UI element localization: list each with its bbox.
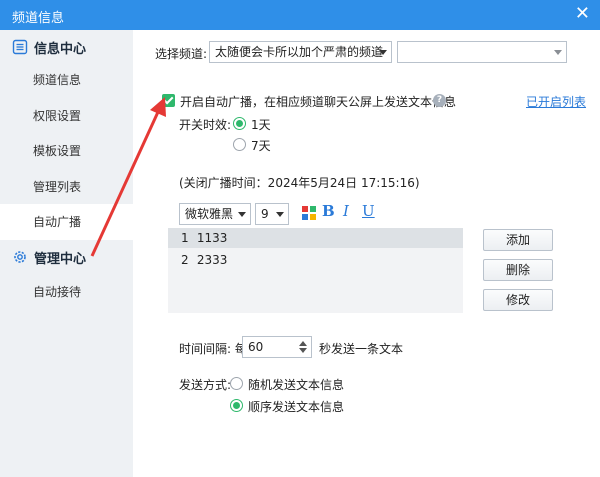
sidebar-item-permissions[interactable]: 权限设置 (0, 98, 133, 134)
sidebar: 信息中心 频道信息 权限设置 模板设置 管理列表 自动广播 管理中心 自动接待 (0, 30, 133, 477)
sidebar-item-templates[interactable]: 模板设置 (0, 133, 133, 169)
opened-list-link[interactable]: 已开启列表 (526, 93, 586, 110)
title-bar: 频道信息 ✕ (0, 0, 600, 30)
color-palette-icon[interactable] (302, 206, 316, 220)
font-size-select[interactable]: 9 (255, 203, 289, 225)
effect-label: 开关时效: (179, 118, 232, 132)
list-item-number: 1 (181, 231, 189, 245)
sidebar-item-auto-broadcast[interactable]: 自动广播 (0, 204, 133, 240)
main-panel: 选择频道: 太随便会卡所以加个严肃的频道 开启自动广播，在相应频道聊天公屏上发送… (133, 30, 600, 477)
list-item[interactable]: 2 2333 (168, 250, 463, 270)
sidebar-section-label: 信息中心 (34, 41, 87, 57)
sidebar-item-channel-info[interactable]: 频道信息 (0, 62, 133, 98)
chevron-down-icon (276, 212, 284, 217)
send-mode-radio-sequential[interactable] (230, 399, 243, 412)
list-item-text: 1133 (196, 231, 228, 245)
interval-label: 时间间隔: 每 (179, 342, 247, 356)
font-family-select[interactable]: 微软雅黑 (179, 203, 251, 225)
channel-select[interactable]: 太随便会卡所以加个严肃的频道 (209, 41, 392, 63)
send-mode-label: 发送方式: (179, 378, 232, 392)
effect-radio-7day[interactable] (233, 138, 246, 151)
chevron-down-icon (379, 50, 387, 55)
list-icon (12, 39, 28, 55)
add-button[interactable]: 添加 (483, 229, 553, 251)
chevron-down-icon[interactable] (299, 348, 307, 353)
chevron-down-icon (554, 50, 562, 55)
edit-button[interactable]: 修改 (483, 289, 553, 311)
close-icon[interactable]: ✕ (575, 4, 590, 24)
interval-suffix: 秒发送一条文本 (319, 342, 404, 356)
sidebar-item-manage-list[interactable]: 管理列表 (0, 169, 133, 205)
effect-option-1day: 1天 (251, 118, 271, 132)
window-title: 频道信息 (12, 11, 65, 26)
help-icon[interactable]: ? (433, 94, 446, 107)
list-item-text: 2333 (196, 253, 228, 267)
interval-stepper[interactable]: 60 (242, 336, 312, 358)
auto-broadcast-checkbox[interactable] (162, 94, 175, 107)
effect-option-7day: 7天 (251, 139, 271, 153)
send-mode-radio-random[interactable] (230, 377, 243, 390)
font-size-value: 9 (261, 207, 269, 221)
list-item-number: 2 (181, 253, 189, 267)
chevron-down-icon (238, 212, 246, 217)
auto-broadcast-checkbox-label: 开启自动广播，在相应频道聊天公屏上发送文本信息 (180, 95, 457, 109)
sub-channel-select[interactable] (397, 41, 567, 63)
message-list: 1 1133 2 2333 (168, 228, 463, 313)
italic-icon[interactable]: I (343, 202, 349, 220)
sidebar-section-info-center: 信息中心 (0, 30, 133, 64)
sidebar-section-label: 管理中心 (34, 251, 87, 267)
list-item[interactable]: 1 1133 (168, 228, 463, 248)
select-channel-label: 选择频道: (155, 47, 208, 61)
send-mode-option-sequential: 顺序发送文本信息 (248, 400, 345, 414)
channel-select-value: 太随便会卡所以加个严肃的频道 (215, 45, 384, 59)
font-family-value: 微软雅黑 (185, 207, 234, 221)
sidebar-section-manage-center: 管理中心 (0, 240, 133, 274)
underline-icon[interactable]: U (362, 202, 375, 220)
close-time-text: (关闭广播时间：2024年5月24日 17:15:16) (179, 176, 420, 190)
gear-icon (12, 249, 28, 265)
effect-radio-1day[interactable] (233, 117, 246, 130)
chevron-up-icon[interactable] (299, 341, 307, 346)
send-mode-option-random: 随机发送文本信息 (248, 378, 345, 392)
delete-button[interactable]: 删除 (483, 259, 553, 281)
interval-value: 60 (248, 340, 264, 354)
bold-icon[interactable]: B (322, 202, 335, 220)
sidebar-item-auto-reception[interactable]: 自动接待 (0, 274, 133, 310)
